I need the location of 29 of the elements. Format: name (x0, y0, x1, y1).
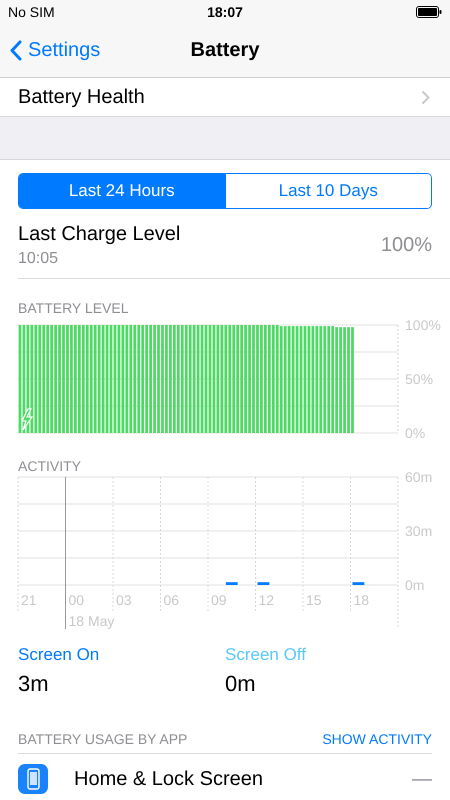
app-name: Home & Lock Screen (74, 768, 263, 790)
charge-level-value: 100% (380, 234, 432, 257)
chart-title: ACTIVITY (18, 458, 82, 475)
screen-time-value: 0m (225, 671, 257, 697)
screen-time-label: Screen On (18, 645, 100, 665)
row-label: Battery Health (18, 86, 145, 108)
chevron-left-icon (10, 40, 22, 61)
screen-title: Battery (190, 39, 260, 62)
battery-icon (416, 6, 442, 18)
activity-bar (226, 582, 238, 585)
section-header: BATTERY USAGE BY APP (18, 731, 188, 747)
activity-bar (258, 582, 270, 585)
carrier-text: No SIM (8, 4, 55, 20)
segment-tab[interactable]: Last 24 Hours (19, 174, 224, 208)
phone-icon (18, 764, 48, 794)
screen-time-label: Screen Off (225, 645, 307, 665)
activity-bar (352, 582, 364, 585)
chevron-right-icon (421, 90, 430, 104)
segment-tab[interactable]: Last 10 Days (224, 174, 431, 208)
back-button[interactable]: Settings (0, 39, 100, 62)
charge-time: 10:05 (18, 250, 60, 268)
clock-text: 18:07 (206, 4, 244, 20)
last-charge-label: Last Charge Level (18, 223, 180, 246)
battery-health-row[interactable]: Battery Health (0, 78, 450, 117)
lightning-icon (21, 408, 34, 431)
show-activity-link[interactable]: SHOW ACTIVITY (322, 731, 432, 747)
chart-title: BATTERY LEVEL (18, 300, 130, 317)
screen-time-value: 3m (18, 671, 50, 697)
usage-value: — (412, 768, 432, 790)
